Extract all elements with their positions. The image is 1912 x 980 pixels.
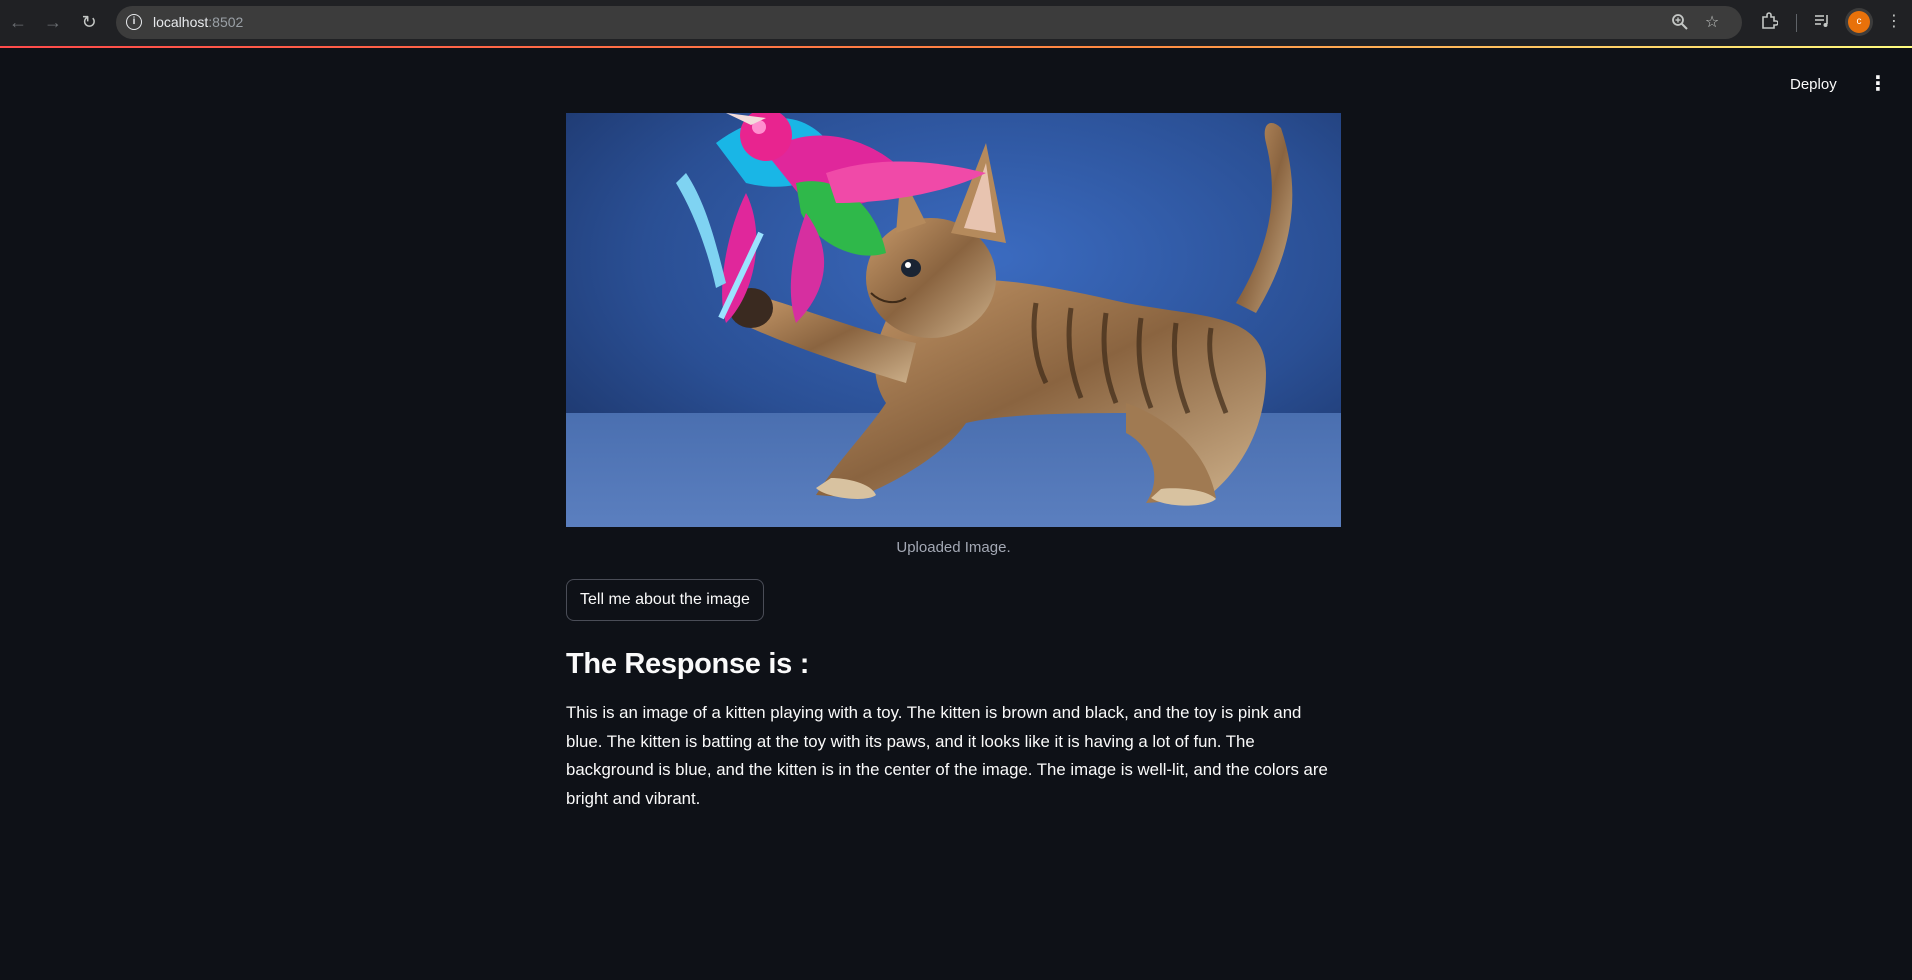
uploaded-image <box>566 113 1341 527</box>
reload-icon[interactable]: ↻ <box>78 11 100 33</box>
bookmark-star-icon[interactable]: ☆ <box>1702 13 1722 33</box>
deploy-button[interactable]: Deploy <box>1790 76 1837 93</box>
media-controls-icon[interactable] <box>1812 12 1832 32</box>
response-text: This is an image of a kitten playing wit… <box>566 703 1328 808</box>
response-heading: The Response is : <box>566 648 810 680</box>
main-content: Uploaded Image. Tell me about the image … <box>566 113 1341 813</box>
browser-toolbar: ← → ↻ i localhost:8502 ☆ c ⋮ <box>0 0 1912 46</box>
url-text[interactable]: localhost:8502 <box>153 14 243 30</box>
address-bar[interactable]: i localhost:8502 ☆ <box>116 6 1742 39</box>
zoom-icon[interactable] <box>1670 13 1690 33</box>
toolbar-divider <box>1796 14 1797 32</box>
profile-avatar[interactable]: c <box>1848 11 1870 33</box>
url-port: :8502 <box>208 14 244 30</box>
main-menu-icon[interactable]: ⋮ <box>1868 73 1888 95</box>
extensions-icon[interactable] <box>1759 12 1779 32</box>
site-info-icon[interactable]: i <box>126 14 142 30</box>
back-arrow-icon[interactable]: ← <box>7 11 29 33</box>
forward-arrow-icon[interactable]: → <box>42 11 64 33</box>
tell-me-about-image-button[interactable]: Tell me about the image <box>566 579 764 621</box>
kitten-photo <box>566 113 1341 527</box>
url-host: localhost <box>153 14 209 30</box>
image-caption: Uploaded Image. <box>896 539 1011 556</box>
browser-menu-icon[interactable]: ⋮ <box>1884 12 1904 32</box>
app-header-decoration <box>0 46 1912 48</box>
